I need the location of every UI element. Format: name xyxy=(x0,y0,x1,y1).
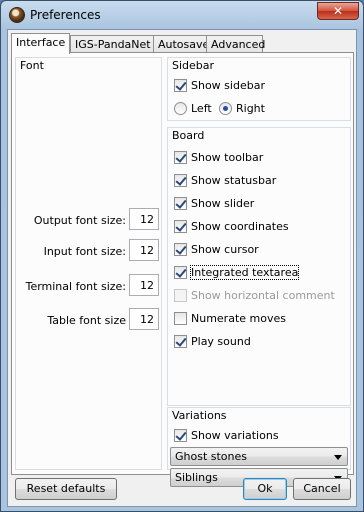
variation-type-value: Siblings xyxy=(175,471,218,484)
close-icon: ✕ xyxy=(332,4,344,18)
close-button[interactable]: ✕ xyxy=(317,2,359,20)
show-slider-label: Show slider xyxy=(191,197,255,210)
show-coordinates-checkbox[interactable] xyxy=(174,220,187,233)
variation-display-dropdown[interactable]: Ghost stones xyxy=(170,447,348,466)
tab-interface[interactable]: Interface xyxy=(11,33,70,54)
output-font-size-label: Output font size: xyxy=(33,214,126,227)
sidebar-left-label: Left xyxy=(191,102,212,115)
show-toolbar-label: Show toolbar xyxy=(191,151,264,164)
variations-group: Variations Show variations Ghost stones … xyxy=(167,407,351,487)
font-group: Font Output font size: 12 Input font siz… xyxy=(15,57,162,470)
play-sound-label: Play sound xyxy=(191,335,251,348)
sidebar-left-radio[interactable] xyxy=(174,102,187,115)
show-sidebar-label: Show sidebar xyxy=(191,79,265,92)
sidebar-right-label: Right xyxy=(236,102,265,115)
integrated-textarea-checkbox[interactable] xyxy=(174,266,187,279)
show-slider-checkbox[interactable] xyxy=(174,197,187,210)
table-font-size-input[interactable]: 12 xyxy=(129,308,159,330)
variations-group-title: Variations xyxy=(172,409,227,422)
chevron-down-icon xyxy=(334,455,342,460)
input-font-size-input[interactable]: 12 xyxy=(129,239,159,261)
show-variations-label: Show variations xyxy=(191,429,279,442)
board-group-title: Board xyxy=(172,129,205,142)
input-font-size-label: Input font size: xyxy=(43,245,126,258)
sidebar-position-radios: Left Right xyxy=(174,101,334,117)
show-sidebar-checkbox[interactable] xyxy=(174,79,187,92)
show-variations-checkbox[interactable] xyxy=(174,429,187,442)
variation-display-value: Ghost stones xyxy=(175,450,248,463)
reset-defaults-button[interactable]: Reset defaults xyxy=(15,478,117,500)
preferences-window: Preferences ✕ Interface IGS-PandaNet Aut… xyxy=(0,0,364,512)
tab-autosave[interactable]: Autosave xyxy=(153,35,209,53)
window-title: Preferences xyxy=(30,8,101,22)
board-group: Board Show toolbar Show statusbar Show s… xyxy=(167,127,351,406)
dialog-client-area: Interface IGS-PandaNet Autosave Advanced… xyxy=(7,29,357,507)
show-toolbar-checkbox[interactable] xyxy=(174,151,187,164)
numerate-moves-label: Numerate moves xyxy=(191,312,286,325)
terminal-font-size-input[interactable]: 12 xyxy=(129,274,159,296)
go-stone-app-icon xyxy=(9,7,25,23)
terminal-font-size-label: Terminal font size: xyxy=(25,280,126,293)
table-font-size-label: Table font size xyxy=(47,314,126,327)
sidebar-right-radio[interactable] xyxy=(219,102,232,115)
integrated-textarea-label: Integrated textarea xyxy=(189,265,300,280)
show-statusbar-label: Show statusbar xyxy=(191,174,277,187)
show-statusbar-checkbox[interactable] xyxy=(174,174,187,187)
font-group-title: Font xyxy=(20,59,44,72)
sidebar-group-title: Sidebar xyxy=(172,59,215,72)
show-cursor-checkbox[interactable] xyxy=(174,243,187,256)
show-horizontal-comment-checkbox xyxy=(174,289,187,302)
tab-advanced[interactable]: Advanced xyxy=(206,35,265,53)
ok-button[interactable]: Ok xyxy=(243,478,287,500)
tab-igs-pandanet[interactable]: IGS-PandaNet xyxy=(70,35,154,53)
title-bar[interactable]: Preferences ✕ xyxy=(1,1,363,29)
show-horizontal-comment-label: Show horizontal comment xyxy=(191,289,335,302)
sidebar-group: Sidebar Show sidebar Left Right xyxy=(167,57,351,121)
interface-tab-panel: Font Output font size: 12 Input font siz… xyxy=(11,52,354,487)
show-cursor-label: Show cursor xyxy=(191,243,259,256)
output-font-size-input[interactable]: 12 xyxy=(129,208,159,230)
numerate-moves-checkbox[interactable] xyxy=(174,312,187,325)
cancel-button[interactable]: Cancel xyxy=(293,478,351,500)
play-sound-checkbox[interactable] xyxy=(174,335,187,348)
show-coordinates-label: Show coordinates xyxy=(191,220,289,233)
